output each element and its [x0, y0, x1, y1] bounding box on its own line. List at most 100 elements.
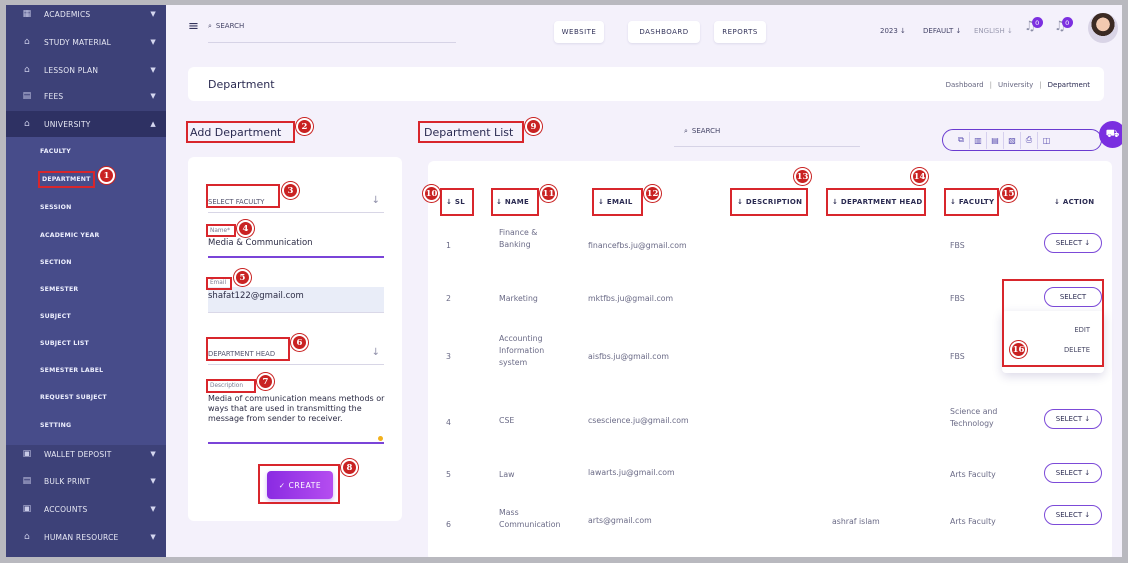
page-header: Department Dashboard | University | Departme…	[188, 67, 1104, 101]
page-title: Department	[208, 78, 275, 91]
avatar[interactable]	[1088, 13, 1118, 43]
export-toolbar: ⧉ ▥ ▤ ▧ ⎙ ◫	[942, 129, 1102, 151]
breadcrumb-dashboard[interactable]: Dashboard	[946, 81, 984, 89]
description-underline	[208, 442, 384, 444]
sidebar-sub-session[interactable]: SESSION	[6, 194, 166, 220]
annotation-box-3	[206, 184, 280, 208]
table-cell-faculty: FBS	[950, 294, 965, 303]
annotation-box-10	[440, 188, 474, 216]
status-dot	[378, 436, 383, 441]
description-field[interactable]: Media of communication means methods or …	[208, 394, 386, 424]
sidebar-sub-section[interactable]: SECTION	[6, 249, 166, 275]
table-cell-name: Accounting Information system	[499, 334, 545, 367]
study-icon: ⌂	[24, 37, 30, 47]
select-action-button[interactable]: SELECT ↓	[1044, 409, 1102, 429]
sidebar-item-accounts[interactable]: ▣ ACCOUNTS ▼	[6, 496, 166, 522]
table-cell-name: Mass Communication	[499, 508, 561, 529]
table-cell-sl: 6	[446, 520, 451, 529]
email-field-underline	[208, 312, 384, 313]
annotation-badge-12: 12	[644, 185, 661, 202]
email-field[interactable]: shafat122@gmail.com	[208, 291, 304, 301]
language-select[interactable]: ENGLISH ↓	[974, 27, 1013, 35]
select-action-button[interactable]: SELECT ↓	[1044, 463, 1102, 483]
default-select[interactable]: DEFAULT ↓	[923, 27, 961, 35]
sidebar-item-bulk-print[interactable]: ▤ BULK PRINT ▼	[6, 468, 166, 494]
table-cell-faculty: FBS	[950, 241, 965, 250]
search-input[interactable]: ⌕ SEARCH	[208, 19, 456, 43]
table-cell-name: Law	[499, 470, 515, 479]
table-cell-email: aisfbs.ju@gmail.com	[588, 352, 669, 361]
list-search-input[interactable]: ⌕ SEARCH	[674, 123, 860, 147]
hr-icon: ⌂	[24, 532, 30, 542]
sidebar-sub-faculty[interactable]: FACULTY	[6, 138, 166, 164]
chevron-down-icon: ▼	[150, 92, 156, 100]
select-action-button[interactable]: SELECT ↓	[1044, 505, 1102, 525]
sidebar-sub-academic-year[interactable]: ACADEMIC YEAR	[6, 222, 166, 248]
sidebar-sub-request-subject[interactable]: REQUEST SUBJECT	[6, 384, 166, 410]
printer-icon[interactable]: ⎙	[1021, 131, 1038, 149]
arrow-down-icon: ↓	[371, 195, 380, 206]
select-action-button[interactable]: SELECT ↓	[1044, 233, 1102, 253]
chevron-down-icon: ▼	[150, 450, 156, 458]
sidebar-item-wallet-deposit[interactable]: ▣ WALLET DEPOSIT ▼	[6, 441, 166, 467]
copy-icon[interactable]: ⧉	[953, 131, 970, 149]
annotation-badge-9: 9	[525, 118, 542, 135]
columns-icon[interactable]: ◫	[1038, 132, 1055, 149]
annotation-badge-10: 10	[423, 185, 440, 202]
annotation-badge-11: 11	[540, 185, 557, 202]
table-cell-email: lawarts.ju@gmail.com	[588, 468, 675, 477]
annotation-box-4	[206, 224, 236, 237]
sidebar-sub-semester[interactable]: SEMESTER	[6, 276, 166, 302]
sidebar-item-lesson-plan[interactable]: ⌂ LESSON PLAN ▼	[6, 57, 166, 83]
dashboard-button[interactable]: DASHBOARD	[628, 21, 700, 43]
breadcrumb-university[interactable]: University	[998, 81, 1033, 89]
fees-icon: ▤	[22, 91, 32, 101]
sidebar-item-university[interactable]: ⌂ UNIVERSITY ▲	[6, 111, 166, 137]
notification-icon[interactable]: ♫ 0	[1054, 17, 1073, 34]
bell-icon[interactable]: ♫ 0	[1024, 17, 1043, 34]
academics-icon: ▦	[22, 9, 32, 19]
search-icon: ⌕	[684, 127, 688, 135]
name-field[interactable]: Media & Communication	[208, 238, 313, 248]
table-cell-sl: 5	[446, 470, 451, 479]
csv-icon[interactable]: ▤	[987, 131, 1004, 149]
notification-count: 0	[1031, 17, 1043, 28]
top-bar: ≡ ⌕ SEARCH WEBSITE DASHBOARD REPORTS 2023…	[166, 5, 1122, 55]
hamburger-menu-icon[interactable]: ≡	[188, 19, 199, 34]
sidebar-sub-subject[interactable]: SUBJECT	[6, 303, 166, 329]
annotation-badge-3: 3	[282, 182, 299, 199]
search-icon: ⌕	[208, 22, 212, 30]
table-cell-sl: 2	[446, 294, 451, 303]
annotation-box-8	[258, 464, 340, 504]
cart-icon[interactable]: ⛟	[1099, 121, 1122, 148]
year-select[interactable]: 2023 ↓	[880, 27, 906, 35]
sidebar-item-human-resource[interactable]: ⌂ HUMAN RESOURCE ▼	[6, 524, 166, 550]
sidebar: ▦ ACADEMICS ▼ ⌂ STUDY MATERIAL ▼ ⌂ LESSO…	[6, 5, 166, 557]
annotation-box-9	[418, 121, 524, 143]
chevron-down-icon: ▼	[150, 477, 156, 485]
website-button[interactable]: WEBSITE	[554, 21, 604, 43]
sidebar-item-fees[interactable]: ▤ FEES ▼	[6, 83, 166, 109]
annotation-box-12	[592, 188, 643, 216]
table-cell-faculty: Arts Faculty	[950, 470, 996, 479]
annotation-badge-14: 14	[911, 168, 928, 185]
table-cell-email: csescience.ju@gmail.com	[588, 416, 689, 425]
annotation-badge-4: 4	[237, 220, 254, 237]
sidebar-sub-subject-list[interactable]: SUBJECT LIST	[6, 330, 166, 356]
app-window: ▦ ACADEMICS ▼ ⌂ STUDY MATERIAL ▼ ⌂ LESSO…	[6, 5, 1122, 557]
table-cell-email: financefbs.ju@gmail.com	[588, 241, 687, 250]
sidebar-item-study-material[interactable]: ⌂ STUDY MATERIAL ▼	[6, 29, 166, 55]
sidebar-item-academics[interactable]: ▦ ACADEMICS ▼	[6, 5, 166, 27]
table-cell-department-head: ashraf islam	[832, 517, 880, 526]
breadcrumb-department: Department	[1047, 81, 1090, 89]
sidebar-sub-department[interactable]: DEPARTMENT	[6, 166, 166, 192]
excel-icon[interactable]: ▥	[970, 131, 987, 149]
sidebar-sub-semester-label[interactable]: SEMESTER LABEL	[6, 357, 166, 383]
annotation-badge-6: 6	[291, 334, 308, 351]
print-icon: ▤	[22, 476, 32, 486]
col-action[interactable]: ↓ ACTION	[1054, 198, 1094, 206]
reports-button[interactable]: REPORTS	[714, 21, 766, 43]
chevron-up-icon: ▲	[150, 120, 156, 128]
sidebar-sub-setting[interactable]: SETTING	[6, 412, 166, 438]
pdf-icon[interactable]: ▧	[1004, 131, 1021, 149]
